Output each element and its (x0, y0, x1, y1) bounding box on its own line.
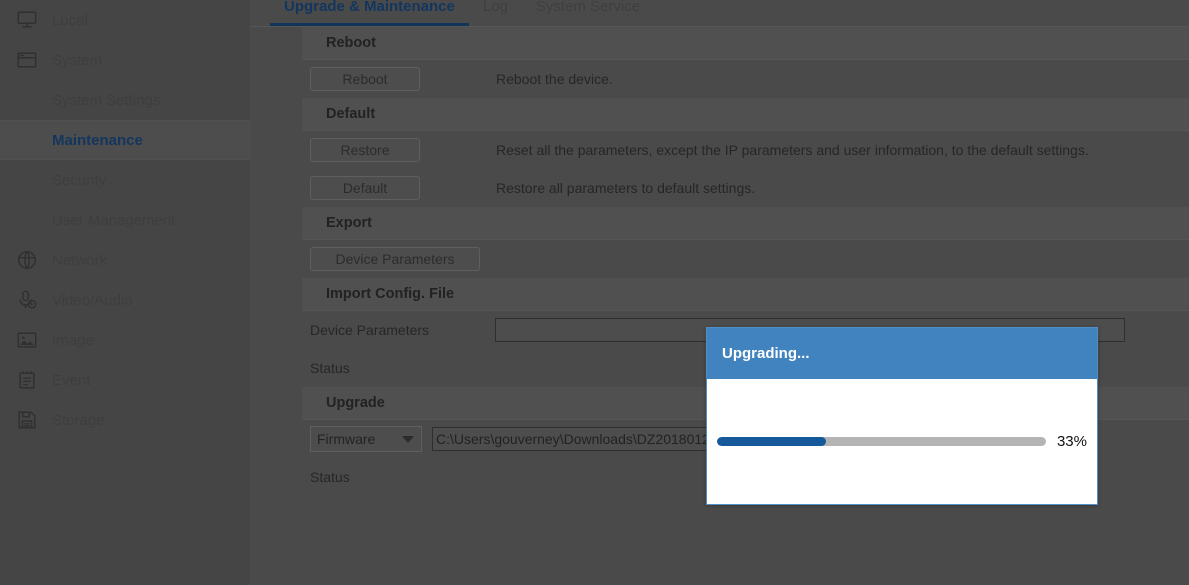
sidebar-item-storage[interactable]: Storage (0, 400, 250, 440)
upgrade-type-select[interactable]: Firmware (310, 426, 422, 452)
sidebar-item-event[interactable]: Event (0, 360, 250, 400)
sidebar-item-system-settings[interactable]: System Settings (0, 80, 250, 120)
chevron-down-icon (402, 435, 414, 443)
restore-row: Restore Reset all the parameters, except… (302, 131, 1189, 169)
sidebar-item-label: Image (52, 331, 94, 349)
monitor-icon (14, 7, 40, 33)
sidebar-item-security[interactable]: Security (0, 160, 250, 200)
upgrading-dialog: Upgrading... 33% (706, 327, 1098, 505)
default-button[interactable]: Default (310, 176, 420, 200)
reboot-button[interactable]: Reboot (310, 67, 420, 91)
window-icon (14, 47, 40, 73)
sidebar-item-system[interactable]: System (0, 40, 250, 80)
section-header-default: Default (302, 98, 1189, 131)
upgrade-type-value: Firmware (317, 431, 376, 447)
section-header-import: Import Config. File (302, 278, 1189, 311)
section-header-export: Export (302, 207, 1189, 240)
calendar-icon (14, 367, 40, 393)
default-description: Restore all parameters to default settin… (496, 180, 756, 196)
import-status-label: Status (310, 360, 350, 376)
sidebar-navigation: Local System System Settings Maintenance… (0, 0, 250, 585)
sidebar-item-network[interactable]: Network (0, 240, 250, 280)
globe-icon (14, 247, 40, 273)
sidebar-item-maintenance[interactable]: Maintenance (0, 120, 250, 160)
import-device-parameters-label: Device Parameters (310, 322, 430, 338)
reboot-description: Reboot the device. (496, 71, 613, 87)
progress-row: 33% (717, 433, 1087, 450)
sidebar-item-label: Network (52, 251, 108, 269)
upgrade-status-label: Status (310, 469, 350, 485)
dialog-title: Upgrading... (722, 345, 810, 362)
sidebar-item-video-audio[interactable]: Video/Audio (0, 280, 250, 320)
sidebar-item-label: System Settings (52, 91, 161, 109)
default-row: Default Restore all parameters to defaul… (302, 169, 1189, 207)
tab-upgrade-maintenance[interactable]: Upgrade & Maintenance (270, 0, 469, 26)
sidebar-item-label: Maintenance (52, 131, 143, 149)
progress-track (717, 437, 1046, 446)
tab-bar: Upgrade & Maintenance Log System Service (250, 0, 1189, 27)
sidebar-item-local[interactable]: Local (0, 0, 250, 40)
sidebar-item-label: Video/Audio (52, 291, 133, 309)
sidebar-item-label: Local (52, 11, 88, 29)
sidebar-item-label: Storage (52, 411, 105, 429)
progress-fill (717, 437, 826, 446)
sidebar-item-label: System (52, 51, 103, 69)
tab-log[interactable]: Log (469, 0, 522, 26)
sidebar-item-label: Event (52, 371, 91, 389)
tab-system-service[interactable]: System Service (522, 0, 654, 26)
sidebar-item-user-management[interactable]: User Management (0, 200, 250, 240)
floppy-icon (14, 407, 40, 433)
progress-percent-label: 33% (1056, 433, 1087, 450)
sidebar-item-label: Security (52, 171, 107, 189)
application-window: Local System System Settings Maintenance… (0, 0, 1189, 585)
image-icon (14, 327, 40, 353)
sidebar-item-label: User Management (52, 211, 176, 229)
restore-button[interactable]: Restore (310, 138, 420, 162)
sidebar-item-image[interactable]: Image (0, 320, 250, 360)
restore-description: Reset all the parameters, except the IP … (496, 142, 1089, 158)
dialog-body: 33% (707, 379, 1097, 504)
dialog-title-bar: Upgrading... (707, 328, 1097, 379)
export-row: Device Parameters (302, 240, 1189, 278)
reboot-row: Reboot Reboot the device. (302, 60, 1189, 98)
section-header-reboot: Reboot (302, 27, 1189, 60)
microphone-icon (14, 287, 40, 313)
export-device-parameters-button[interactable]: Device Parameters (310, 247, 480, 271)
